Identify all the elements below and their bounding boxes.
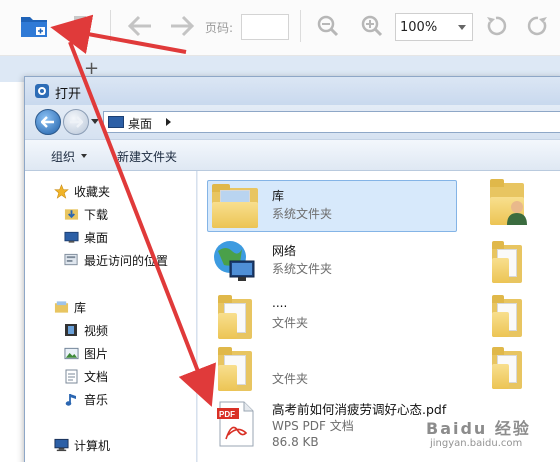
zoom-level-value: 100% bbox=[400, 19, 438, 35]
arrow-right-icon bbox=[70, 116, 83, 128]
watermark-url: jingyan.baidu.com bbox=[430, 438, 523, 449]
item-type: 系统文件夹 bbox=[272, 207, 333, 221]
app-icon bbox=[35, 84, 49, 98]
list-item[interactable]: PDF 高考前如何消疲劳调好心态.pdf WPS PDF 文档 86.8 KB bbox=[210, 397, 460, 457]
item-name: 库 bbox=[272, 189, 285, 203]
nav-libraries-label: 库 bbox=[74, 300, 87, 315]
prev-page-icon[interactable] bbox=[124, 10, 156, 42]
computer-icon bbox=[53, 437, 69, 453]
nav-music-label: 音乐 bbox=[84, 392, 109, 407]
nav-downloads[interactable]: 下载 bbox=[63, 204, 108, 224]
downloads-folder-icon bbox=[63, 206, 79, 222]
folder-icon bbox=[218, 347, 252, 391]
nav-recent-places[interactable]: 最近访问的位置 bbox=[63, 250, 168, 270]
pdf-file-icon: PDF bbox=[216, 401, 256, 447]
svg-text:PDF: PDF bbox=[219, 410, 235, 419]
list-item[interactable] bbox=[490, 291, 530, 341]
navigation-pane: 收藏夹 下载 桌面 最近访问的位置 库 视频 图片 文档 音乐 计算机 bbox=[25, 171, 197, 462]
nav-videos[interactable]: 视频 bbox=[63, 320, 108, 340]
nav-computer-label: 计算机 bbox=[74, 438, 111, 453]
nav-desktop-label: 桌面 bbox=[84, 230, 109, 245]
dialog-title: 打开 bbox=[55, 87, 82, 102]
next-page-icon[interactable] bbox=[166, 10, 198, 42]
video-icon bbox=[63, 322, 79, 338]
open-file-dialog: 打开 桌面 组织 新建文件夹 收藏夹 下载 桌面 最近访问的位置 库 视频 图片… bbox=[24, 76, 560, 462]
nav-videos-label: 视频 bbox=[84, 323, 109, 338]
item-type: 文件夹 bbox=[272, 316, 309, 330]
zoom-out-icon[interactable] bbox=[312, 10, 344, 42]
chevron-down-icon bbox=[81, 154, 87, 158]
address-text: 桌面 bbox=[128, 117, 153, 131]
dialog-titlebar[interactable]: 打开 bbox=[25, 77, 560, 105]
pdf-toolbar: 页码: 100% bbox=[0, 0, 560, 56]
page-number-input[interactable] bbox=[241, 14, 289, 40]
toolbar-divider bbox=[110, 10, 111, 42]
arrow-left-icon bbox=[41, 116, 54, 128]
nav-favorites-label: 收藏夹 bbox=[74, 184, 111, 199]
nav-favorites[interactable]: 收藏夹 bbox=[53, 181, 110, 201]
watermark-logo: Baidu 经验 bbox=[426, 419, 531, 438]
new-folder-button[interactable]: 新建文件夹 bbox=[117, 148, 177, 165]
recent-locations-dropdown[interactable] bbox=[91, 119, 99, 124]
nav-pictures[interactable]: 图片 bbox=[63, 343, 108, 363]
nav-computer[interactable]: 计算机 bbox=[53, 435, 110, 455]
nav-recent-places-label: 最近访问的位置 bbox=[84, 253, 169, 268]
print-icon[interactable] bbox=[64, 10, 96, 42]
library-folder-icon bbox=[212, 184, 258, 228]
nav-desktop[interactable]: 桌面 bbox=[63, 227, 108, 247]
toolbar-divider bbox=[300, 10, 301, 42]
pictures-icon bbox=[63, 345, 79, 361]
nav-downloads-label: 下载 bbox=[84, 207, 109, 222]
nav-libraries[interactable]: 库 bbox=[53, 297, 86, 317]
list-item[interactable]: 网络 系统文件夹 bbox=[210, 237, 460, 287]
list-item[interactable] bbox=[490, 343, 530, 393]
folder-icon bbox=[492, 241, 522, 283]
list-item[interactable] bbox=[490, 237, 530, 287]
item-name: 高考前如何消疲劳调好心态.pdf bbox=[272, 402, 447, 417]
back-button[interactable] bbox=[35, 109, 61, 135]
list-item[interactable]: .... 文件夹 bbox=[210, 291, 460, 341]
star-icon bbox=[53, 183, 69, 199]
organize-button[interactable]: 组织 bbox=[51, 148, 75, 165]
folder-icon bbox=[492, 347, 522, 389]
network-icon bbox=[212, 239, 258, 285]
item-type: 文件夹 bbox=[272, 372, 309, 386]
open-folder-icon[interactable] bbox=[18, 10, 50, 42]
folder-icon bbox=[218, 295, 252, 339]
chevron-right-icon[interactable] bbox=[166, 118, 171, 126]
documents-icon bbox=[63, 368, 79, 384]
forward-button[interactable] bbox=[63, 109, 89, 135]
recent-places-icon bbox=[63, 252, 79, 268]
item-size: 86.8 KB bbox=[272, 435, 319, 449]
music-icon bbox=[63, 391, 79, 407]
nav-documents[interactable]: 文档 bbox=[63, 366, 108, 386]
desktop-icon bbox=[63, 229, 79, 245]
navigation-bar: 桌面 bbox=[25, 105, 560, 139]
list-item[interactable]: 文件夹 bbox=[210, 343, 460, 393]
user-icon bbox=[506, 199, 528, 225]
item-type: 系统文件夹 bbox=[272, 262, 333, 276]
zoom-level-select[interactable]: 100% bbox=[395, 13, 473, 41]
page-label: 页码: bbox=[205, 21, 234, 35]
nav-pictures-label: 图片 bbox=[84, 346, 109, 361]
list-item[interactable] bbox=[488, 177, 560, 229]
nav-music[interactable]: 音乐 bbox=[63, 389, 108, 409]
item-name: .... bbox=[272, 296, 288, 310]
item-name: 网络 bbox=[272, 244, 297, 258]
rotate-left-icon[interactable] bbox=[480, 10, 512, 42]
rotate-right-icon[interactable] bbox=[522, 10, 554, 42]
command-bar: 组织 新建文件夹 bbox=[25, 139, 560, 171]
nav-documents-label: 文档 bbox=[84, 369, 109, 384]
item-type: WPS PDF 文档 bbox=[272, 419, 354, 433]
zoom-in-icon[interactable] bbox=[356, 10, 388, 42]
folder-icon bbox=[492, 295, 522, 337]
list-item[interactable]: 库 系统文件夹 bbox=[210, 182, 460, 232]
chevron-down-icon bbox=[458, 25, 466, 30]
libraries-icon bbox=[53, 299, 69, 315]
address-bar[interactable]: 桌面 bbox=[103, 111, 560, 133]
desktop-icon bbox=[108, 116, 124, 128]
